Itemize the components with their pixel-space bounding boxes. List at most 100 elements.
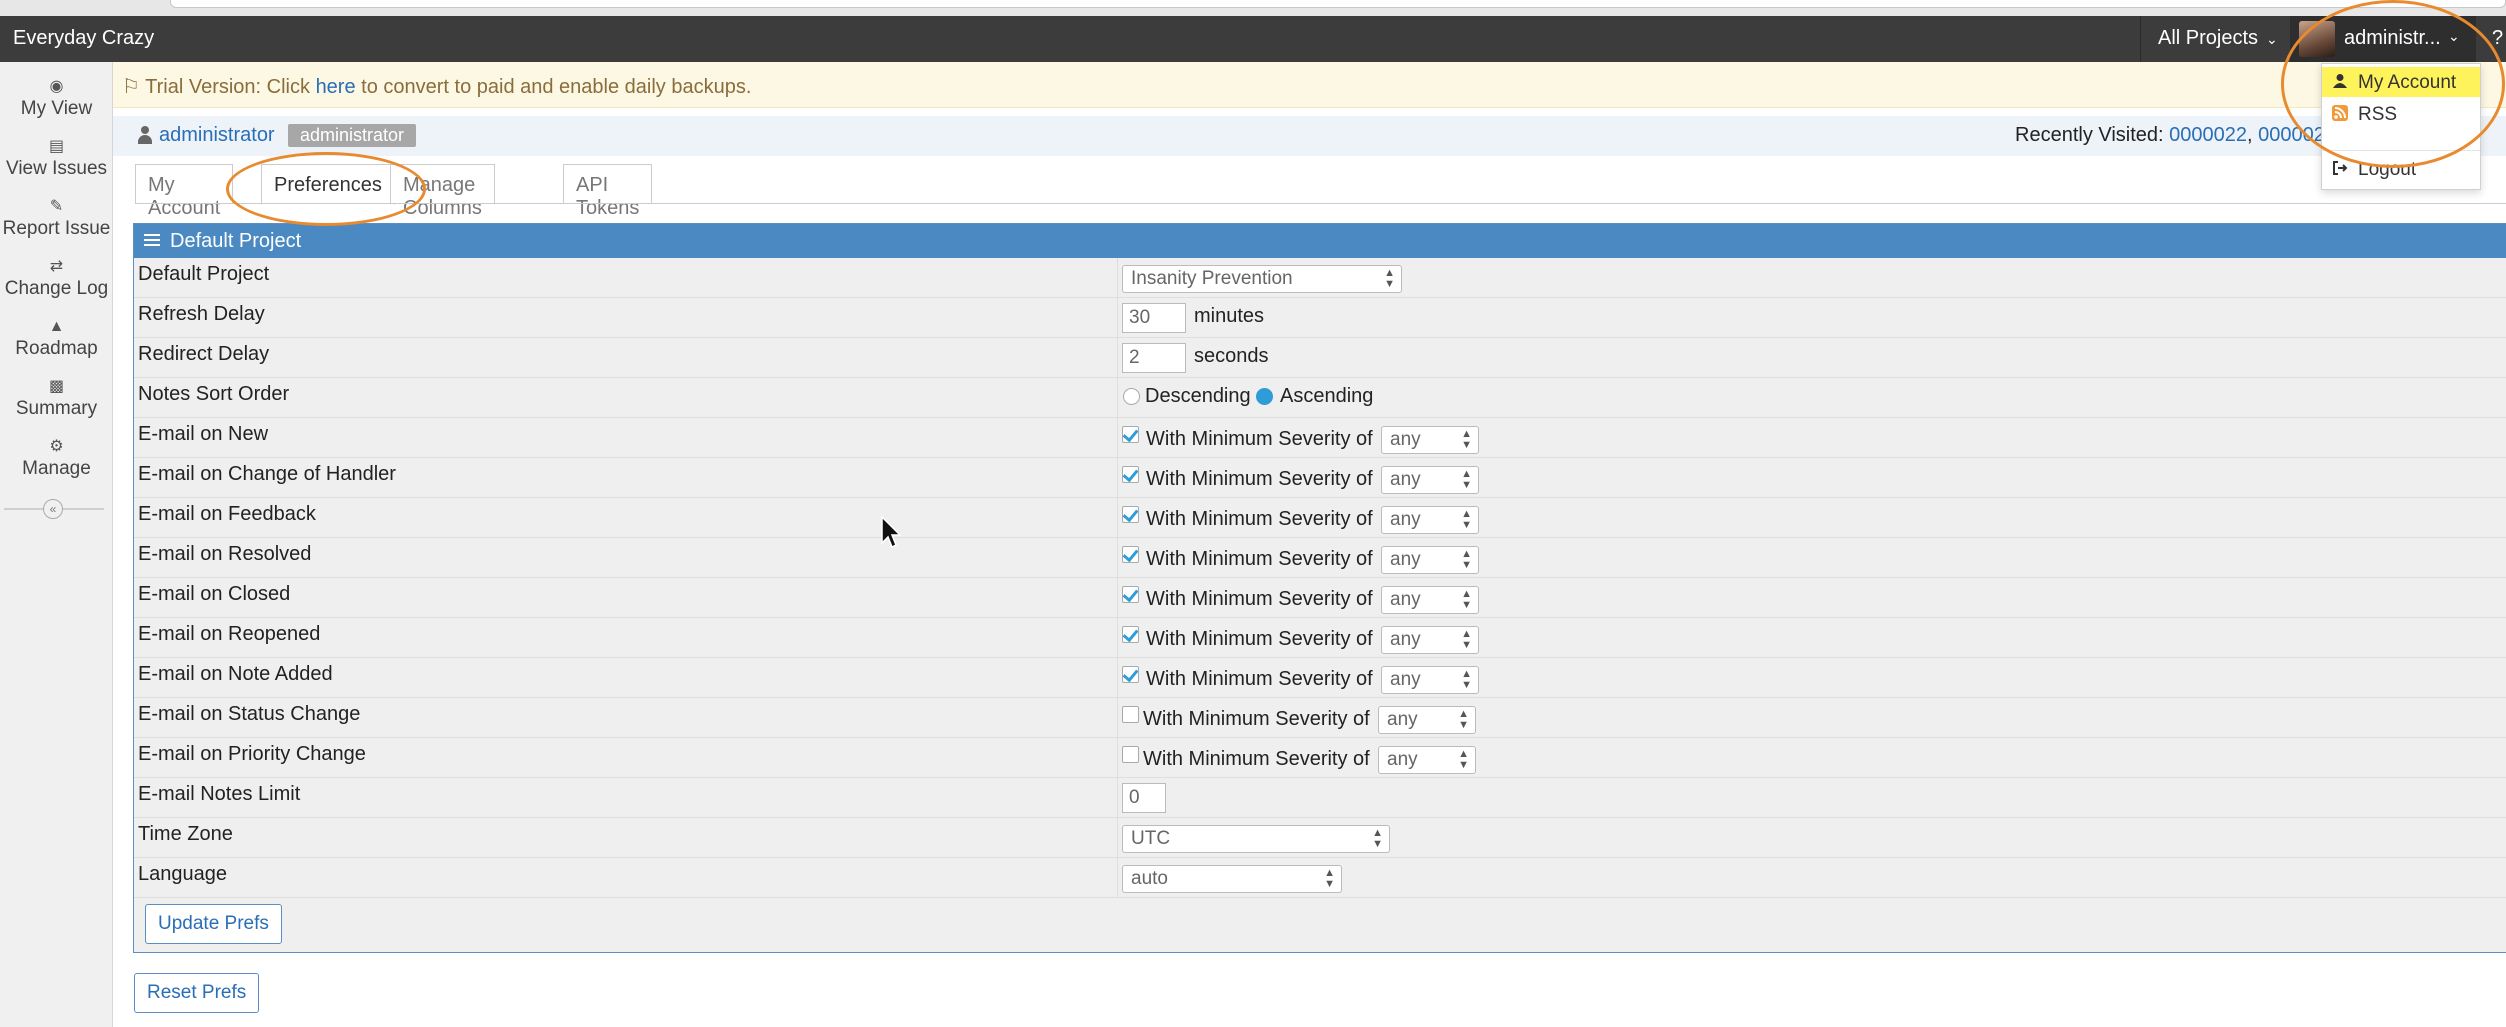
trial-banner-text: ⚐ Trial Version: Click here to convert t… [122, 74, 751, 99]
recent-issue-link[interactable]: 0000022 [2169, 124, 2247, 146]
severity-select[interactable]: any ▲ ▼ [1381, 586, 1479, 614]
sidebar-item-label: Manage [22, 458, 91, 479]
pref-label: Notes Sort Order [138, 383, 290, 405]
reset-prefs-button[interactable]: Reset Prefs [134, 973, 260, 1013]
sidebar-item-report-issue[interactable]: ✎ Report Issue [0, 188, 113, 248]
list-icon: ▤ [48, 138, 65, 155]
sidebar-item-change-log[interactable]: ⇄ Change Log [0, 248, 113, 308]
pref-label: Time Zone [138, 823, 233, 845]
select-value: any [1390, 429, 1421, 450]
pref-label: Default Project [138, 263, 270, 285]
trial-banner: ⚐ Trial Version: Click here to convert t… [113, 62, 2506, 108]
app-title[interactable]: Everyday Crazy [13, 27, 154, 50]
sidebar: ◉ My View ▤ View Issues ✎ Report Issue ⇄ Cha… [0, 62, 113, 1027]
retweet-icon: ⇄ [49, 258, 64, 275]
mouse-cursor-icon [881, 515, 902, 549]
convert-link[interactable]: here [316, 76, 356, 98]
select-value: any [1387, 749, 1418, 770]
pref-row-notes-limit: E-mail Notes Limit 0 [134, 778, 2506, 818]
sidebar-item-summary[interactable]: ▩ Summary [0, 368, 113, 428]
project-selector[interactable]: All Projects ⌄ [2140, 16, 2294, 62]
role-badge: administrator [288, 124, 417, 147]
severity-label: With Minimum Severity of [1146, 668, 1373, 690]
severity-label: With Minimum Severity of [1146, 588, 1373, 610]
ascending-label: Ascending [1280, 385, 1374, 407]
select-value: UTC [1131, 828, 1171, 849]
pref-label: Refresh Delay [138, 303, 265, 325]
email-checkbox[interactable] [1122, 466, 1139, 483]
sidebar-item-manage[interactable]: ⚙ Manage [0, 428, 113, 488]
severity-label: With Minimum Severity of [1146, 628, 1373, 650]
select-value: any [1390, 629, 1421, 650]
pref-label: Language [138, 863, 227, 885]
pref-row-email: E-mail on Note Added With Minimum Severit… [134, 658, 2506, 698]
severity-select[interactable]: any ▲ ▼ [1381, 466, 1479, 494]
select-value: any [1390, 509, 1421, 530]
tab-api-tokens[interactable]: API Tokens [563, 164, 653, 219]
top-navbar: Everyday Crazy All Projects ⌄ administr..… [0, 16, 2506, 62]
select-value: any [1390, 669, 1421, 690]
select-arrows-icon: ▲ ▼ [1461, 628, 1472, 651]
email-checkbox[interactable] [1122, 586, 1139, 603]
severity-select[interactable]: any ▲ ▼ [1378, 746, 1476, 774]
select-arrows-icon: ▲ ▼ [1458, 708, 1469, 731]
time-zone-select[interactable]: UTC ▲ ▼ [1122, 825, 1390, 853]
panel-header: Default Project [134, 224, 2506, 258]
email-checkbox[interactable] [1122, 546, 1139, 563]
recently-visited-label: Recently Visited: [2015, 124, 2170, 146]
sidebar-item-my-view[interactable]: ◉ My View [0, 68, 113, 128]
severity-label: With Minimum Severity of [1146, 428, 1373, 450]
severity-label: With Minimum Severity of [1146, 508, 1373, 530]
email-checkbox[interactable] [1122, 506, 1139, 523]
descending-radio[interactable] [1123, 388, 1140, 405]
severity-select[interactable]: any ▲ ▼ [1381, 626, 1479, 654]
pref-row-email: E-mail on Priority Change With Minimum Se… [134, 738, 2506, 778]
pref-row-time-zone: Time Zone UTC ▲ ▼ [134, 818, 2506, 858]
bar-chart-icon: ▩ [48, 378, 65, 395]
pref-label: E-mail on Priority Change [138, 743, 366, 765]
pref-label: E-mail on Closed [138, 583, 291, 605]
refresh-delay-input[interactable]: 30 [1122, 303, 1186, 333]
select-value: any [1390, 469, 1421, 490]
sidebar-item-view-issues[interactable]: ▤ View Issues [0, 128, 113, 188]
user-info-bar: administrator administrator Recently Vis… [113, 116, 2506, 156]
email-checkbox[interactable] [1122, 746, 1139, 763]
flag-icon: ⚐ [122, 76, 140, 98]
annotation-circle-user-menu [2281, 0, 2505, 168]
pref-row-email: E-mail on New With Minimum Severity of any… [134, 418, 2506, 458]
pref-label: E-mail on Status Change [138, 703, 361, 725]
notes-limit-input[interactable]: 0 [1122, 783, 1166, 813]
tab-my-account[interactable]: My Account [135, 164, 234, 219]
severity-label: With Minimum Severity of [1143, 708, 1370, 730]
sidebar-item-roadmap[interactable]: ▲ Roadmap [0, 308, 113, 368]
severity-select[interactable]: any ▲ ▼ [1378, 706, 1476, 734]
severity-select[interactable]: any ▲ ▼ [1381, 546, 1479, 574]
severity-select[interactable]: any ▲ ▼ [1381, 426, 1479, 454]
select-arrows-icon: ▲ ▼ [1372, 827, 1383, 850]
pref-label: E-mail on Change of Handler [138, 463, 396, 485]
sidebar-collapse-toggle[interactable]: « [4, 498, 104, 520]
sign-out-icon [2332, 160, 2348, 176]
email-checkbox[interactable] [1122, 626, 1139, 643]
redirect-delay-unit: seconds [1194, 345, 1269, 367]
email-checkbox[interactable] [1122, 706, 1139, 723]
pref-label: E-mail on Note Added [138, 663, 333, 685]
update-prefs-button[interactable]: Update Prefs [145, 904, 282, 944]
ascending-radio[interactable] [1256, 388, 1273, 405]
email-checkbox[interactable] [1122, 666, 1139, 683]
language-select[interactable]: auto ▲ ▼ [1122, 865, 1342, 893]
address-bar[interactable] [170, 0, 2506, 8]
pref-row-language: Language auto ▲ ▼ [134, 858, 2506, 898]
email-checkbox[interactable] [1122, 426, 1139, 443]
user-icon [137, 125, 153, 145]
severity-select[interactable]: any ▲ ▼ [1381, 506, 1479, 534]
pref-row-redirect-delay: Redirect Delay 2 seconds [134, 338, 2506, 378]
pref-label: E-mail on Feedback [138, 503, 316, 525]
severity-label: With Minimum Severity of [1143, 748, 1370, 770]
default-project-select[interactable]: Insanity Prevention ▲ ▼ [1122, 265, 1402, 293]
username-link[interactable]: administrator [159, 124, 275, 147]
browser-chrome-strip [0, 0, 2506, 16]
select-arrows-icon: ▲ ▼ [1458, 748, 1469, 771]
redirect-delay-input[interactable]: 2 [1122, 343, 1186, 373]
severity-select[interactable]: any ▲ ▼ [1381, 666, 1479, 694]
